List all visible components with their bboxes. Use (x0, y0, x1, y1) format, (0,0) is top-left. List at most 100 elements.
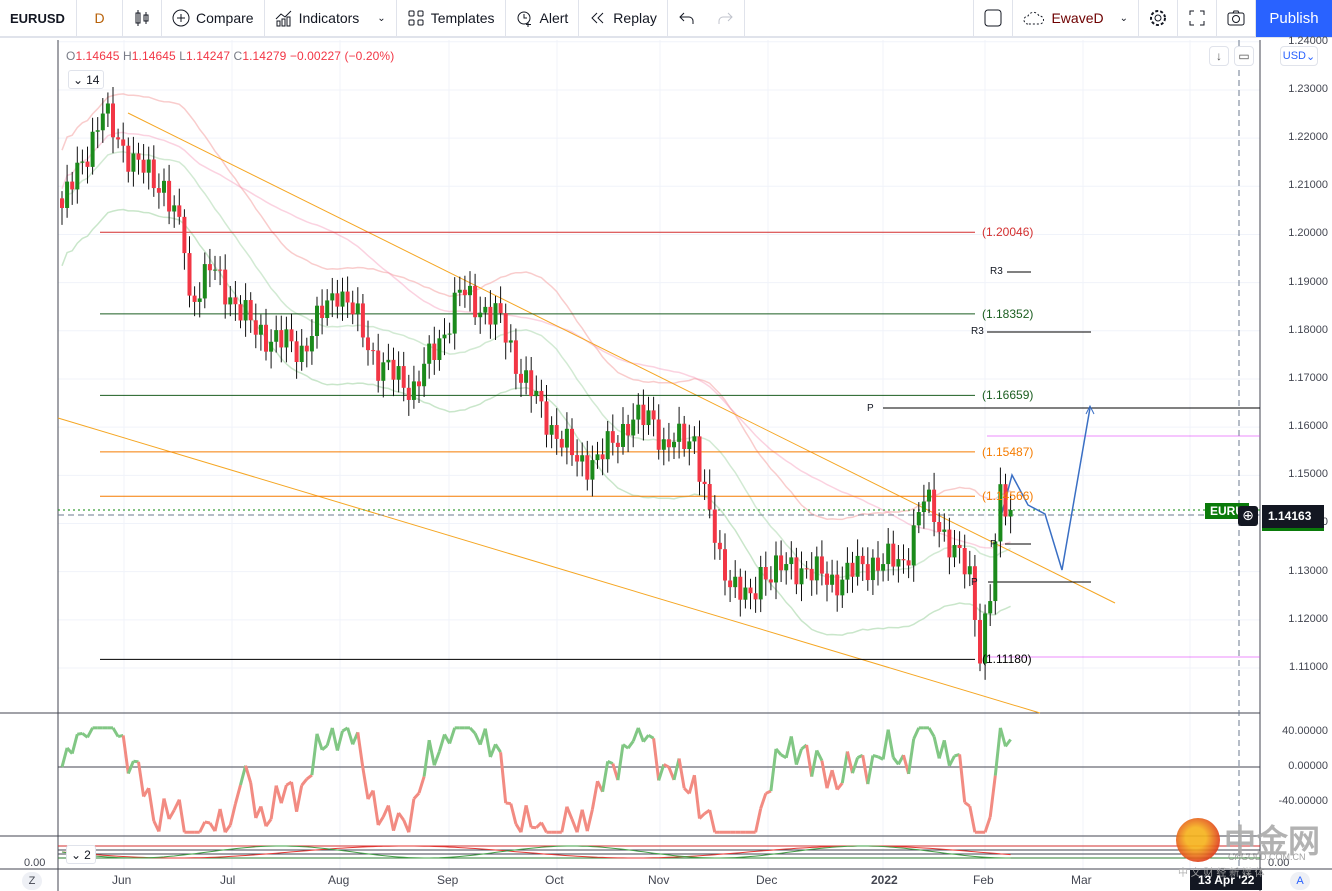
replay-label: Replay (613, 10, 657, 26)
candle-body (100, 113, 105, 131)
cloud-icon (1023, 11, 1045, 25)
time-tick: Mar (1071, 873, 1092, 887)
chart-type-button[interactable] (123, 0, 162, 37)
chart-canvas[interactable] (0, 0, 1332, 891)
candle-body (503, 313, 508, 343)
candle-body (692, 436, 697, 442)
oscillator-segment (652, 738, 661, 781)
crosshair-price-label: 1.14163 (1262, 505, 1324, 531)
price-tick: 1.20000 (1288, 227, 1328, 240)
candle-body (860, 555, 865, 565)
price-tick: 1.11000 (1289, 661, 1328, 673)
time-tick: 2022 (871, 873, 898, 887)
publish-button[interactable]: Publish (1256, 0, 1332, 37)
reset-view-button[interactable]: ▭ (1234, 46, 1254, 66)
candle-body (911, 525, 916, 566)
symbol-search[interactable]: EURUSD (0, 0, 77, 37)
plus-circle-icon (172, 9, 190, 27)
chevron-down-icon[interactable]: ⌄ (1120, 13, 1128, 24)
layout-save-button[interactable]: EwaveD ⌄ (1013, 0, 1139, 37)
oscillator-segment (422, 739, 431, 777)
candle-body (478, 312, 483, 318)
indicators-label: Indicators (298, 10, 360, 26)
level-label: (1.18352) (982, 306, 1034, 321)
oscillator-segment (765, 789, 772, 795)
auto-scale-button[interactable]: A (1290, 872, 1310, 890)
templates-button[interactable]: Templates (397, 0, 506, 37)
candle-body (391, 359, 396, 380)
candle-body (223, 269, 228, 305)
lower-pane-collapse-button[interactable]: ⌄ 2 (66, 845, 96, 864)
oscillator-segment (468, 726, 477, 735)
oscillator-segment (412, 792, 421, 800)
candle-body (682, 423, 687, 449)
candle-body (763, 567, 768, 580)
slow-ma (61, 131, 1011, 549)
timezone-button[interactable]: Z (22, 872, 42, 890)
level-label: (1.14566) (982, 489, 1034, 504)
candle-body (95, 130, 100, 132)
candle-body (289, 329, 294, 342)
oscillator-segment (239, 765, 248, 786)
level-label: (1.11180) (982, 652, 1032, 667)
alert-button[interactable]: Alert (506, 0, 580, 37)
price-tick: 1.13000 (1288, 564, 1328, 577)
fullscreen-button[interactable] (1178, 0, 1217, 37)
candle-body (258, 324, 263, 335)
candle-body (366, 337, 370, 351)
settings-button[interactable] (1139, 0, 1178, 37)
oscillator-segment (912, 727, 921, 740)
indicators-button[interactable]: Indicators ⌄ (265, 0, 397, 37)
candle-body (656, 419, 661, 450)
candle-body (519, 373, 523, 383)
candle-body (636, 404, 641, 420)
chevron-down-icon[interactable]: ⌄ (377, 13, 385, 24)
time-tick: Feb (973, 873, 994, 887)
indicators-collapse-button[interactable]: ⌄ 14 (68, 70, 105, 89)
oscillator-segment (585, 809, 594, 832)
candle-body (136, 153, 141, 160)
top-toolbar: EURUSD D Compare Indicators ⌄ Templates A… (0, 0, 1332, 38)
close-value: 1.14279 (242, 49, 287, 63)
oscillator-segment (321, 744, 329, 751)
snapshot-button[interactable] (1217, 0, 1256, 37)
candle-body (238, 304, 243, 321)
undo-button[interactable] (668, 0, 706, 37)
candle-body (126, 145, 131, 172)
candle-body (544, 401, 549, 435)
candle-body (549, 425, 554, 435)
oscillator-segment (509, 803, 518, 825)
redo-button[interactable] (706, 0, 745, 37)
currency-select[interactable]: USD ⌄ (1280, 46, 1318, 66)
oscillator-tick: -40.00000 (1278, 795, 1328, 807)
candle-body (279, 330, 284, 348)
candle-body (493, 303, 498, 325)
candle-body (697, 436, 702, 482)
candle-body (473, 285, 478, 318)
level-label: (1.20046) (982, 225, 1034, 240)
candle-body (651, 410, 656, 420)
candle-body (427, 343, 432, 364)
oscillator-segment (264, 818, 273, 828)
oscillator-segment (642, 734, 650, 743)
candle-body (789, 557, 794, 565)
interval-button[interactable]: D (77, 0, 123, 37)
oscillator-segment (993, 727, 1002, 776)
candle-body (197, 298, 202, 302)
oscillator-segment (708, 809, 717, 833)
candle-body (804, 568, 809, 570)
oscillator-segment (886, 729, 895, 758)
compare-button[interactable]: Compare (162, 0, 265, 37)
fullscreen-layout-button[interactable] (974, 0, 1014, 37)
oscillator-segment (820, 760, 829, 789)
oscillator-segment (789, 736, 798, 765)
candle-body (876, 557, 880, 571)
oscillator-segment (233, 784, 242, 805)
alarm-clock-icon (517, 11, 531, 27)
scroll-down-button[interactable]: ↓ (1209, 46, 1229, 66)
candle-body (932, 489, 937, 522)
plus-circle-icon[interactable]: ⊕ (1238, 506, 1258, 526)
candle-body (728, 580, 733, 588)
replay-button[interactable]: Replay (579, 0, 668, 37)
candle-body (457, 289, 462, 293)
